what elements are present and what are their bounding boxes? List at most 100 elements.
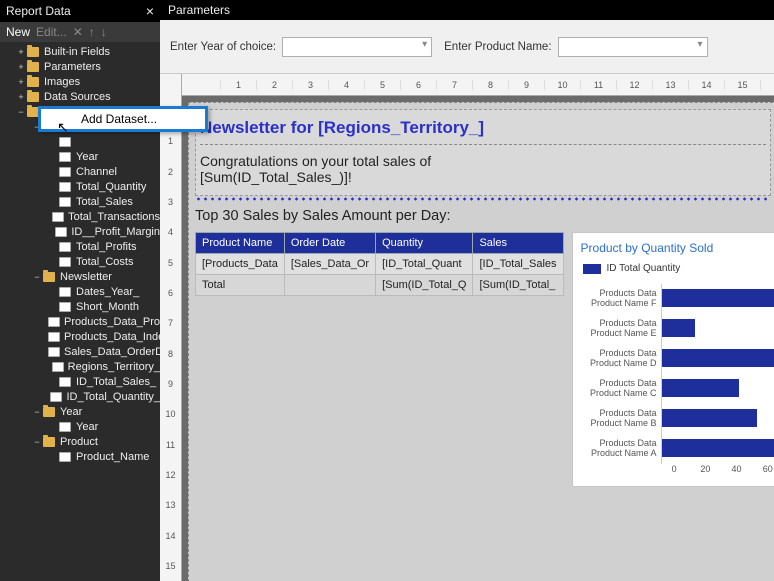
chart-bar-label: Products Data Product Name D — [583, 349, 661, 369]
th-orderdate[interactable]: Order Date — [284, 233, 375, 254]
ruler-tick: 2 — [256, 80, 292, 90]
chart-bar-row: Products Data Product Name E — [583, 314, 774, 344]
design-surface[interactable]: Newsletter for [Regions_Territory_] Cong… — [182, 96, 774, 581]
axis-tick: 60 — [752, 464, 774, 474]
folder-icon — [42, 406, 56, 418]
chart-bars: Products Data Product Name FProducts Dat… — [577, 284, 774, 464]
chart-bar — [662, 379, 739, 397]
tree-field[interactable] — [0, 134, 160, 149]
new-button[interactable]: New — [6, 25, 30, 39]
tree-folder[interactable]: −Year — [0, 404, 160, 419]
td[interactable]: [Sum(ID_Total_ — [473, 275, 563, 296]
td[interactable]: [Products_Data — [196, 254, 285, 275]
tree-toggle-icon[interactable]: − — [16, 107, 26, 117]
tree-toggle-icon[interactable]: + — [16, 47, 26, 57]
tree-toggle-icon[interactable]: − — [32, 272, 42, 282]
tree-field[interactable]: Product_Name — [0, 449, 160, 464]
folder-icon — [26, 46, 40, 58]
tree-toggle-icon[interactable]: − — [32, 437, 42, 447]
tree-field[interactable]: Total_Sales — [0, 194, 160, 209]
tree-field[interactable]: Year — [0, 419, 160, 434]
tree-field[interactable]: Total_Profits — [0, 239, 160, 254]
field-icon — [58, 136, 72, 148]
th-sales[interactable]: Sales — [473, 233, 563, 254]
down-icon[interactable]: ↓ — [101, 25, 107, 39]
tree-field[interactable]: Products_Data_Product… — [0, 314, 160, 329]
tree-label: ID_Total_Quantity_ — [66, 391, 160, 403]
tree-field[interactable]: Total_Costs — [0, 254, 160, 269]
tree-toggle-icon[interactable]: + — [16, 92, 26, 102]
tree-label: ID__Profit_Margin — [71, 226, 160, 238]
congrats-line2: [Sum(ID_Total_Sales_)]! — [200, 169, 352, 185]
td[interactable]: [Sum(ID_Total_Q — [376, 275, 473, 296]
field-icon — [58, 286, 72, 298]
up-icon[interactable]: ↑ — [89, 25, 95, 39]
field-icon — [52, 211, 64, 223]
chart-legend: ID Total Quantity — [577, 263, 774, 274]
tree-label: Built-in Fields — [44, 46, 110, 58]
field-icon — [58, 166, 72, 178]
legend-swatch-icon — [583, 264, 601, 274]
field-icon — [50, 391, 62, 403]
tree-label: Year — [76, 421, 98, 433]
vertical-ruler: 123456789101112131415 — [160, 74, 182, 581]
close-icon[interactable]: × — [146, 3, 154, 19]
delete-icon[interactable]: ✕ — [73, 25, 83, 39]
field-icon — [58, 376, 72, 388]
tree-field[interactable]: Channel — [0, 164, 160, 179]
newsletter-title[interactable]: Newsletter for [Regions_Territory_] — [200, 112, 766, 145]
chart-region[interactable]: Product by Quantity Sold ID Total Quanti… — [572, 232, 774, 487]
parameters-body: Enter Year of choice: Enter Product Name… — [160, 20, 774, 74]
field-icon — [55, 226, 67, 238]
tree-folder[interactable]: + Built-in Fields — [0, 44, 160, 59]
ruler-tick: 5 — [168, 248, 173, 278]
chart-axis: 020406080 — [577, 464, 774, 474]
tree-field[interactable]: Total_Quantity — [0, 179, 160, 194]
param-year-select[interactable] — [282, 37, 432, 57]
tree-label: Year — [76, 151, 98, 163]
td-total[interactable]: Total — [196, 275, 285, 296]
tree-toggle-icon[interactable]: − — [32, 407, 42, 417]
tree-folder[interactable]: −Newsletter — [0, 269, 160, 284]
tree-label: Products_Data_Index_ — [64, 331, 160, 343]
td[interactable]: [ID_Total_Sales — [473, 254, 563, 275]
tree-field[interactable]: ID_Total_Sales_ — [0, 374, 160, 389]
ruler-tick: 9 — [168, 369, 173, 399]
tree-field[interactable]: Products_Data_Index_ — [0, 329, 160, 344]
congrats-text[interactable]: Congratulations on your total sales of [… — [200, 145, 766, 193]
ruler-tick: 10 — [165, 399, 175, 429]
tree-folder[interactable]: +Parameters — [0, 59, 160, 74]
tree-folder[interactable]: +Images — [0, 74, 160, 89]
top30-label[interactable]: Top 30 Sales by Sales Amount per Day: — [195, 206, 771, 232]
tree-toggle-icon[interactable]: + — [16, 62, 26, 72]
chart-bar-label: Products Data Product Name C — [583, 379, 661, 399]
ruler-tick: 4 — [168, 217, 173, 247]
chart-bar-row: Products Data Product Name A — [583, 434, 774, 464]
report-body[interactable]: Newsletter for [Regions_Territory_] Cong… — [188, 102, 774, 581]
chart-bar — [662, 289, 774, 307]
tree-field[interactable]: Year — [0, 149, 160, 164]
tree-field[interactable]: Regions_Territory_ — [0, 359, 160, 374]
th-quantity[interactable]: Quantity — [376, 233, 473, 254]
tree-field[interactable]: Total_Transactions — [0, 209, 160, 224]
tree-folder[interactable]: −Product — [0, 434, 160, 449]
tree-field[interactable]: Sales_Data_OrderDate_… — [0, 344, 160, 359]
td[interactable]: [ID_Total_Quant — [376, 254, 473, 275]
tree-field[interactable]: ID__Profit_Margin — [0, 224, 160, 239]
field-icon — [48, 316, 60, 328]
th-product[interactable]: Product Name — [196, 233, 285, 254]
td[interactable]: [Sales_Data_Or — [284, 254, 375, 275]
td[interactable] — [284, 275, 375, 296]
design-area: Parameters Enter Year of choice: Enter P… — [160, 0, 774, 581]
ruler-tick: 3 — [168, 187, 173, 217]
field-icon — [58, 451, 72, 463]
tree-field[interactable]: ID_Total_Quantity_ — [0, 389, 160, 404]
cursor-icon: ↖ — [57, 119, 69, 136]
tree-field[interactable]: Dates_Year_ — [0, 284, 160, 299]
tree-field[interactable]: Short_Month — [0, 299, 160, 314]
tree-toggle-icon[interactable]: + — [16, 77, 26, 87]
tree-folder[interactable]: +Data Sources — [0, 89, 160, 104]
param-product-select[interactable] — [558, 37, 708, 57]
ruler-tick: 14 — [688, 80, 724, 90]
sales-table[interactable]: Product Name Order Date Quantity Sales [… — [195, 232, 564, 487]
